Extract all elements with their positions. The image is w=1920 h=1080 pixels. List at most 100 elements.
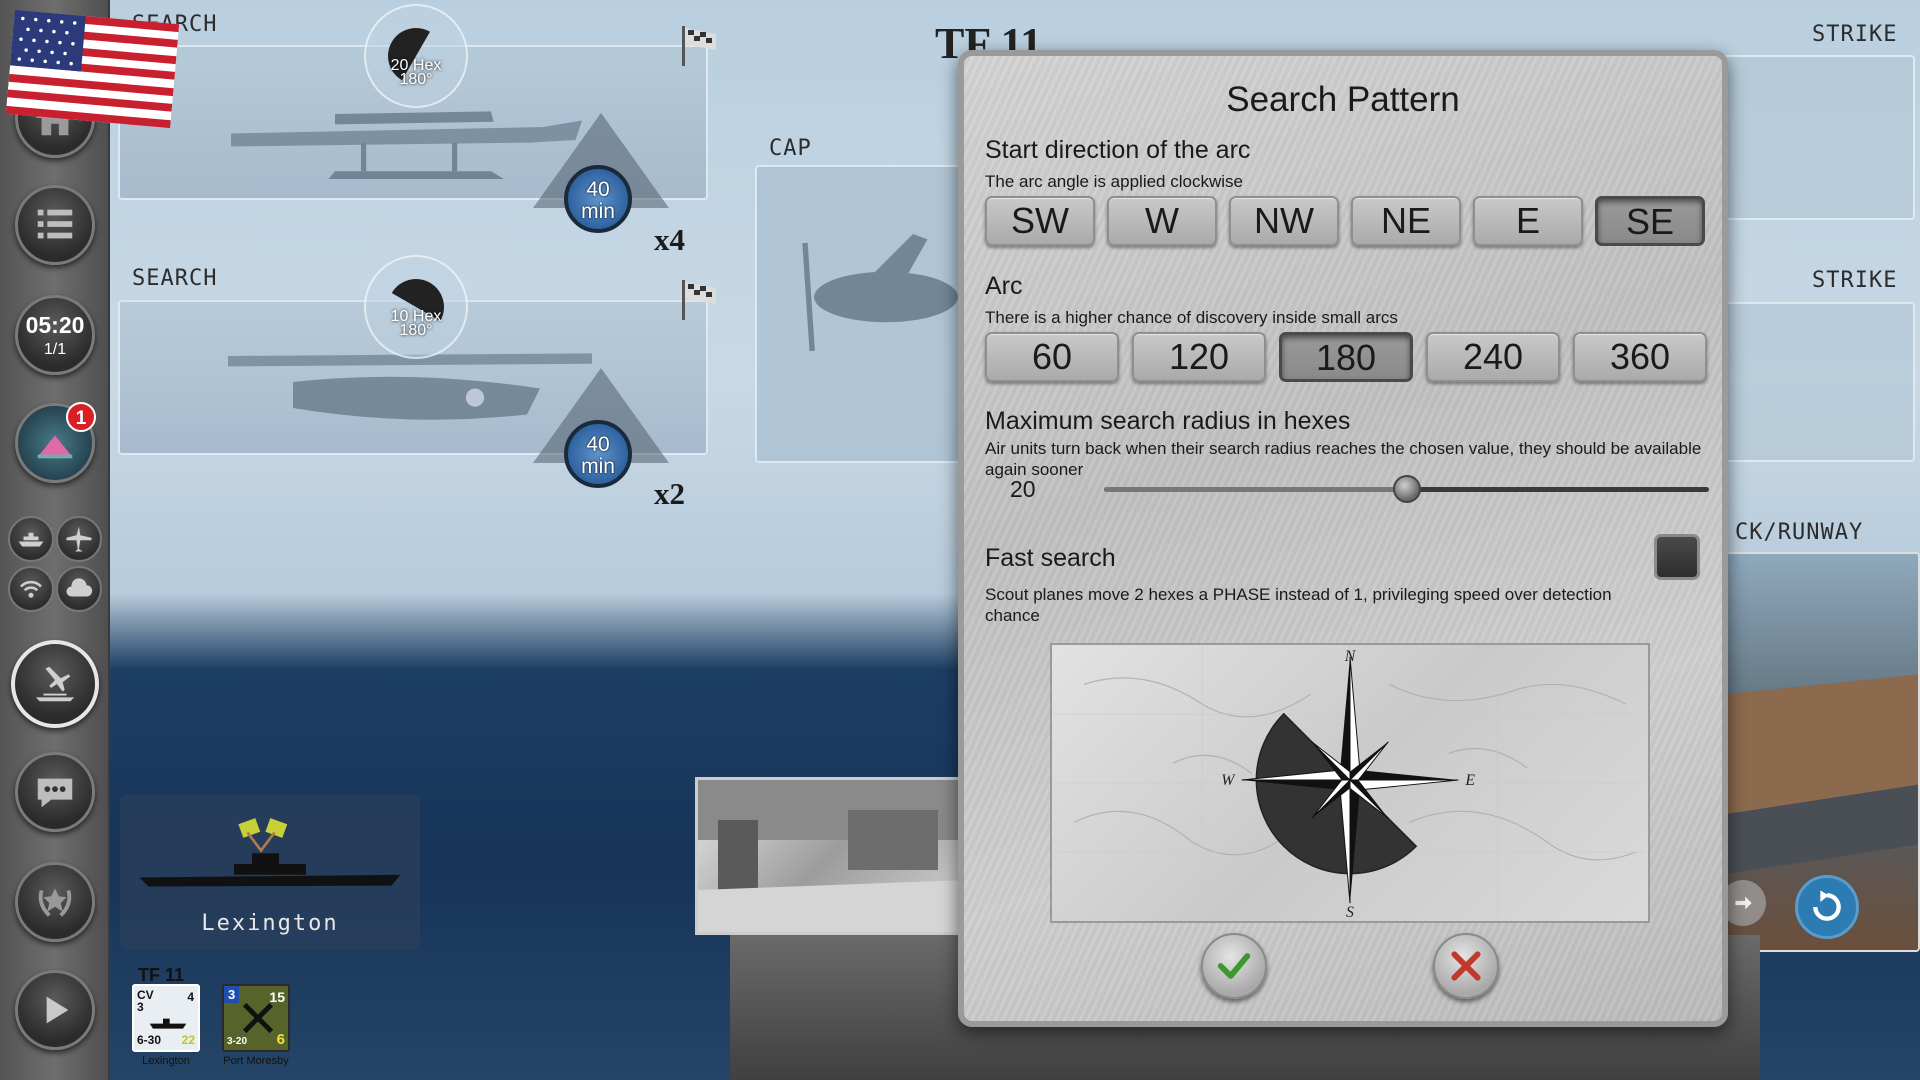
arc-text: 180° [399,71,433,88]
timer-value: 40 [586,178,610,201]
search-radius-value: 20 [1010,476,1036,502]
weather-filter-button[interactable] [56,566,102,612]
arc-180-button[interactable]: 180 [1279,332,1413,382]
arrow-right-icon [1735,896,1752,910]
undo-button[interactable] [1795,875,1859,939]
chat-button[interactable] [15,752,95,832]
left-sidebar: 05:20 1/1 1 [0,0,110,1080]
play-icon [46,996,69,1024]
warship-silhouette-icon [139,818,401,887]
aircraft-count: x4 [654,222,685,257]
direction-w-button[interactable]: W [1107,196,1217,246]
arc-60-button[interactable]: 60 [985,332,1119,382]
compass-star [1241,656,1459,904]
arc-360-button[interactable]: 360 [1573,332,1707,382]
medals-button[interactable] [15,862,95,942]
compass-east-label: E [1464,772,1475,789]
unit-stat-bottom-right: 22 [181,1033,195,1047]
play-button[interactable] [15,970,95,1050]
search-radius-title: Maximum search radius in hexes [985,407,1351,435]
ship-card[interactable]: Lexington [120,795,420,950]
cancel-button[interactable] [1433,933,1499,999]
unit-stat-bottom-left: 6-30 [137,1033,162,1047]
undo-icon [1813,890,1841,921]
compass-south-label: S [1346,904,1354,921]
timer-value: 40 [586,433,610,456]
weather-icon [66,578,93,597]
arc-desc: There is a higher chance of discovery in… [985,308,1398,327]
task-force-label: TF 11 [138,965,185,985]
unit-stat-top-right: 4 [187,990,194,1004]
dialog-title: Search Pattern [1226,80,1460,119]
ship-photo-card [695,777,965,935]
airfield-icon [242,1002,274,1034]
unit-stat-top-left: 3 [137,1000,144,1014]
turn-clock[interactable]: 05:20 1/1 [15,295,95,375]
direction-ne-button[interactable]: NE [1351,196,1461,246]
arc-options: 60 120 180 240 360 [985,332,1720,382]
plane-filter-button[interactable] [56,516,102,562]
unit-name: Port Moresby [223,1055,289,1067]
base-button[interactable]: 1 [15,402,96,483]
compass-rose: N S E W [1221,648,1475,921]
compass-north-label: N [1344,648,1357,665]
ship-filter-button[interactable] [8,516,54,562]
unit-counter-lexington[interactable]: CV 3 4 6-30 22 [132,984,200,1052]
cap-mission-card[interactable] [755,165,985,463]
confirm-button[interactable] [1201,933,1267,999]
unit-stat-bottom-right: 6 [276,1031,285,1048]
slider-thumb[interactable] [1392,475,1421,503]
search-radius-slider[interactable] [1104,475,1709,503]
close-icon [1451,951,1481,981]
direction-options: SW W NW NE E SE [985,196,1717,246]
mission-timer: 40 min [564,165,632,233]
fast-search-checkbox[interactable] [1654,534,1700,580]
chat-icon [37,778,73,808]
checkered-flag-icon [682,26,716,66]
unit-name: Lexington [142,1055,190,1067]
air-ops-icon [35,666,75,702]
start-direction-desc: The arc angle is applied clockwise [985,172,1243,191]
fast-search-desc: Scout planes move 2 hexes a PHASE instea… [985,585,1612,625]
list-button[interactable] [15,185,95,265]
ship-name: Lexington [201,911,339,936]
deck-runway-label: CK/RUNWAY [1735,520,1864,545]
direction-e-button[interactable]: E [1473,196,1583,246]
direction-sw-button[interactable]: SW [985,196,1095,246]
strike-mission-card[interactable] [1720,302,1915,462]
arc-120-button[interactable]: 120 [1132,332,1266,382]
clock-time: 05:20 [25,311,85,338]
direction-se-button[interactable]: SE [1595,196,1705,246]
start-direction-title: Start direction of the arc [985,136,1251,164]
radio-icon [20,580,42,598]
hangar-photo-icon [698,780,962,932]
checkered-flag-icon [682,280,716,320]
aircraft-count: x2 [654,476,685,511]
mission-timer: 40 min [564,420,632,488]
compass-west-label: W [1221,772,1236,789]
turn-counter: 1/1 [43,340,67,358]
strike-label: STRIKE [1812,268,1898,293]
unit-stat-top-left: 3 [224,986,240,1003]
search-radius-dial: 20 Hex 180° [364,4,468,108]
fighter-plane-icon [802,234,958,352]
fast-search-title: Fast search [985,544,1116,572]
radio-filter-button[interactable] [8,566,54,612]
ship-icon [18,532,44,547]
air-operations-button[interactable] [11,640,99,728]
arc-240-button[interactable]: 240 [1426,332,1560,382]
plane-icon [66,526,92,552]
notification-badge: 1 [66,402,96,432]
unit-counter-port-moresby[interactable]: 3 15 3-20 6 [222,984,290,1052]
search-radius-desc: Air units turn back when their search ra… [985,439,1702,479]
us-flag-icon [5,9,180,129]
carrier-icon [149,1018,187,1029]
search-pattern-dialog: Search Pattern Start direction of the ar… [958,50,1728,1027]
direction-nw-button[interactable]: NW [1229,196,1339,246]
timer-unit: min [581,455,615,478]
mission-label: SEARCH [132,266,218,291]
cap-label: CAP [769,136,812,161]
list-icon [37,209,73,239]
strike-label: STRIKE [1812,22,1898,47]
strike-mission-card[interactable] [1720,55,1915,220]
